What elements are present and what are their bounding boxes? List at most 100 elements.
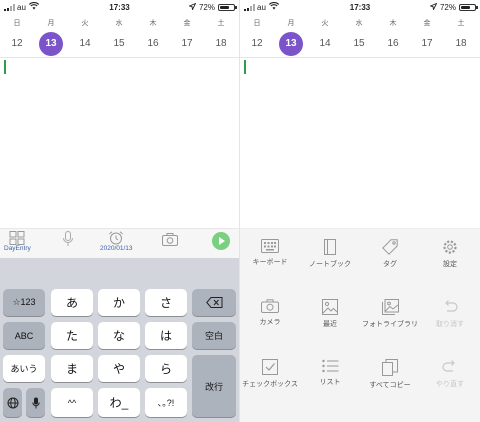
status-bar: au 17:33 72% — [240, 0, 480, 14]
backspace-icon — [205, 297, 222, 308]
menu-item-keyboard[interactable]: キーボード — [240, 239, 300, 267]
redo-icon — [442, 360, 455, 372]
menu-item-label: チェックボックス — [242, 381, 298, 388]
kana-key-ma[interactable]: ま — [51, 355, 93, 382]
entry-date-label: 2020/01/13 — [100, 245, 133, 252]
camera-icon — [162, 233, 178, 246]
selected-date[interactable]: 13 — [39, 32, 63, 56]
camera-icon — [261, 299, 279, 313]
left-screen: au 17:33 72% 日 月 火 水 木 金 土 12 13 14 15 1… — [0, 0, 240, 422]
dayentry-menu-button[interactable]: DayEntry — [4, 231, 31, 252]
text-cursor[interactable] — [244, 60, 246, 74]
day-of-week: 日 — [13, 20, 21, 27]
day-of-week: 月 — [47, 20, 55, 27]
entry-action-menu: キーボード ノートブック タグ 設定 カメラ 最近 フォトライブラリ 取り消す … — [240, 228, 480, 422]
kana-key-wa[interactable]: わ_ — [98, 388, 140, 417]
day-of-week: 木 — [149, 20, 157, 27]
recent-photo-icon — [322, 299, 338, 315]
date-cell[interactable]: 15 — [102, 33, 136, 55]
kana-mode-key[interactable]: あいう — [3, 355, 45, 382]
backspace-key[interactable] — [192, 289, 236, 316]
menu-item-undo[interactable]: 取り消す — [420, 299, 480, 329]
date-cell[interactable]: 14 — [308, 33, 342, 55]
return-key[interactable]: 改行 — [192, 355, 236, 417]
menu-item-redo[interactable]: やり直す — [420, 359, 480, 389]
notebook-icon — [324, 239, 336, 255]
week-strip: 日 月 火 水 木 金 土 12 13 14 15 16 17 18 — [0, 16, 239, 58]
kana-key-ha[interactable]: は — [145, 322, 187, 349]
tag-icon — [382, 239, 398, 255]
day-of-week: 木 — [389, 20, 397, 27]
kana-key-a[interactable]: あ — [51, 289, 93, 316]
editor-toolbar: DayEntry 2020/01/13 — [0, 228, 239, 258]
kana-key-ka[interactable]: か — [98, 289, 140, 316]
date-cell[interactable]: 12 — [0, 33, 34, 55]
menu-item-label: リスト — [319, 379, 341, 386]
battery-icon — [459, 3, 478, 11]
globe-icon — [7, 397, 18, 408]
menu-item-recent[interactable]: 最近 — [300, 299, 360, 329]
checkbox-icon — [262, 359, 278, 375]
date-cell[interactable]: 16 — [376, 33, 410, 55]
day-of-week: 火 — [81, 20, 89, 27]
menu-item-label: 取り消す — [436, 321, 464, 328]
globe-key[interactable] — [3, 388, 22, 417]
microphone-icon — [63, 231, 73, 246]
status-bar: au 17:33 72% — [0, 0, 239, 14]
menu-item-notebook[interactable]: ノートブック — [300, 239, 360, 269]
space-key[interactable]: 空白 — [192, 322, 236, 349]
menu-item-checkbox[interactable]: チェックボックス — [240, 359, 300, 389]
kana-key-ya[interactable]: や — [98, 355, 140, 382]
menu-item-photo-library[interactable]: フォトライブラリ — [360, 299, 420, 329]
punctuation-key[interactable]: ､｡?! — [145, 388, 187, 417]
menu-item-label: 設定 — [443, 261, 457, 268]
send-button[interactable] — [212, 232, 230, 250]
day-of-week: 土 — [457, 20, 465, 27]
selected-date[interactable]: 13 — [279, 32, 303, 56]
week-strip: 日 月 火 水 木 金 土 12 13 14 15 16 17 18 — [240, 16, 480, 58]
day-of-week: 日 — [253, 20, 261, 27]
copy-icon — [382, 359, 398, 376]
menu-item-label: タグ — [383, 261, 397, 268]
menu-item-camera[interactable]: カメラ — [240, 299, 300, 327]
kana-key-ra[interactable]: ら — [145, 355, 187, 382]
date-cell[interactable]: 18 — [204, 33, 238, 55]
date-cell[interactable]: 14 — [68, 33, 102, 55]
menu-item-list[interactable]: リスト — [300, 359, 360, 387]
day-of-week: 水 — [115, 20, 123, 27]
menu-item-label: やり直す — [436, 381, 464, 388]
date-cell[interactable]: 15 — [342, 33, 376, 55]
clock: 17:33 — [349, 2, 371, 12]
kana-key-na[interactable]: な — [98, 322, 140, 349]
date-cell[interactable]: 16 — [136, 33, 170, 55]
dayentry-label: DayEntry — [4, 245, 31, 252]
date-cell[interactable]: 12 — [240, 33, 274, 55]
day-of-week: 金 — [183, 20, 191, 27]
menu-item-tag[interactable]: タグ — [360, 239, 420, 269]
dictation-button[interactable] — [62, 231, 74, 247]
dictation-key[interactable] — [26, 388, 45, 417]
kana-key-dakuten[interactable]: ^^ — [51, 388, 93, 417]
menu-item-label: キーボード — [252, 259, 288, 266]
alphabet-mode-key[interactable]: ABC — [3, 322, 45, 349]
date-cell[interactable]: 18 — [444, 33, 478, 55]
menu-item-label: すべてコピー — [369, 382, 411, 389]
menu-item-label: フォトライブラリ — [362, 321, 418, 328]
gear-icon — [443, 240, 457, 254]
kana-key-ta[interactable]: た — [51, 322, 93, 349]
text-cursor[interactable] — [4, 60, 6, 74]
camera-button[interactable] — [162, 233, 178, 246]
number-mode-key[interactable]: ☆123 — [3, 289, 45, 316]
kana-key-sa[interactable]: さ — [145, 289, 187, 316]
battery-icon — [218, 3, 237, 11]
grid-icon — [9, 231, 25, 245]
right-screen: au 17:33 72% 日 月 火 水 木 金 土 12 13 14 15 1… — [240, 0, 480, 422]
menu-item-copy-all[interactable]: すべてコピー — [360, 359, 420, 390]
microphone-icon — [31, 397, 40, 408]
date-cell[interactable]: 17 — [410, 33, 444, 55]
menu-item-settings[interactable]: 設定 — [420, 239, 480, 269]
japanese-keyboard: ☆123 あ か さ ABC た な は 空白 あいう ま や ら 改行 ^^ — [0, 258, 239, 422]
date-time-button[interactable]: 2020/01/13 — [100, 231, 133, 252]
alarm-clock-icon — [109, 231, 124, 245]
date-cell[interactable]: 17 — [170, 33, 204, 55]
